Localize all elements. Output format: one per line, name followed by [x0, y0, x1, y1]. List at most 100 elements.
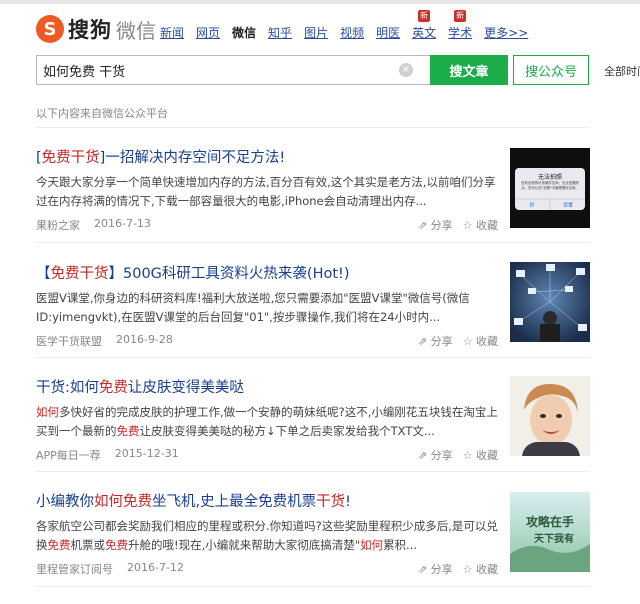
result-actions: ⇗ 分享 ☆ 收藏: [418, 333, 498, 349]
text-segment: ]一招解决内存空间不足方法!: [99, 150, 286, 166]
logo-text: 搜狗: [68, 18, 112, 42]
result-source[interactable]: 里程管家订阅号: [36, 561, 113, 577]
result-title[interactable]: [免费干货]一招解决内存空间不足方法!: [36, 146, 590, 167]
divider: [36, 242, 590, 243]
nav-item-label: 图片: [304, 26, 329, 40]
nav-item[interactable]: 学术新: [448, 10, 472, 41]
nav-item[interactable]: 图片: [304, 24, 328, 41]
result-item: 干货:如何免费让皮肤变得美美哒 如何多快好省的完成皮肤的护理工作,做一个安静的萌…: [36, 376, 590, 463]
divider: [36, 471, 590, 472]
nav-item[interactable]: 明医: [376, 24, 400, 41]
search-articles-button[interactable]: 搜文章: [430, 55, 508, 85]
share-button[interactable]: ⇗ 分享: [418, 447, 453, 463]
text-segment: 让皮肤变得美美哒: [127, 380, 244, 396]
text-segment: 升舱的哦!现在,小编就来帮助大家彻底搞清楚": [128, 538, 361, 552]
text-segment: 】500G科研工具资料火热来袭(Hot!): [108, 266, 350, 282]
result-title[interactable]: 【免费干货】500G科研工具资料火热来袭(Hot!): [36, 262, 590, 283]
result-description: 各家航空公司都会奖励我们相应的里程或积分.你知道吗?这些奖励里程积少成多后,是可…: [36, 517, 498, 555]
nav-item[interactable]: 英文新: [412, 10, 436, 41]
new-badge: 新: [418, 10, 431, 22]
text-segment: 坐飞机,史上最全免费机票: [152, 494, 317, 510]
highlighted-term: 如何: [36, 405, 59, 419]
divider: [36, 357, 590, 358]
share-label: 分享: [430, 449, 453, 462]
result-source[interactable]: 医学干货联盟: [36, 333, 102, 349]
nav-item-label: 新闻: [160, 26, 185, 40]
result-item: [免费干货]一招解决内存空间不足方法! 今天跟大家分享一个简单快速增加内存的方法…: [36, 146, 590, 233]
divider: [36, 127, 590, 128]
nav-item-label: 网页: [196, 26, 221, 40]
time-filter[interactable]: 全部时间: [604, 63, 640, 79]
search-accounts-button[interactable]: 搜公众号: [513, 55, 589, 85]
result-source[interactable]: 果粉之家: [36, 217, 80, 233]
collect-button[interactable]: ☆ 收藏: [463, 561, 498, 577]
poster-line-2: 天下我有: [534, 532, 574, 545]
text-segment: !: [345, 494, 351, 510]
share-label: 分享: [430, 219, 453, 232]
site-logo[interactable]: S 搜狗 微信: [36, 12, 156, 46]
share-icon: ⇗: [417, 563, 431, 576]
result-title[interactable]: 干货:如何免费让皮肤变得美美哒: [36, 376, 590, 397]
result-source[interactable]: APP每日一荐: [36, 447, 101, 463]
clear-icon[interactable]: ×: [399, 63, 413, 77]
result-date: 2016-7-13: [94, 217, 151, 230]
result-meta: APP每日一荐 2015-12-31 ⇗ 分享 ☆ 收藏: [36, 447, 498, 463]
result-title[interactable]: 小编教你如何免费坐飞机,史上最全免费机票干货!: [36, 490, 590, 511]
text-segment: 【: [36, 266, 51, 282]
search-box: ×: [36, 55, 430, 85]
collect-button[interactable]: ☆ 收藏: [463, 447, 498, 463]
result-description: 医盟V课堂,你身边的科研资料库!福利大放送啦,您只需要添加"医盟V课堂"微信号(…: [36, 289, 498, 327]
nav-item[interactable]: 视频: [340, 24, 364, 41]
browser-top-band: [0, 0, 640, 4]
collect-button[interactable]: ☆ 收藏: [463, 333, 498, 349]
highlighted-term: 免费干货: [41, 150, 100, 166]
category-nav: 新闻 网页 微信 知乎 图片 视频 明医 英文 新学术 新更多>>: [160, 10, 540, 41]
new-badge: 新: [454, 10, 467, 22]
collect-label: 收藏: [476, 449, 498, 462]
highlighted-term: 如何: [360, 538, 384, 552]
nav-item[interactable]: 更多>>: [484, 24, 528, 41]
result-actions: ⇗ 分享 ☆ 收藏: [418, 561, 498, 577]
result-thumbnail[interactable]: [510, 376, 590, 456]
nav-item-label: 视频: [340, 26, 365, 40]
nav-item[interactable]: 知乎: [268, 24, 292, 41]
share-icon: ⇗: [417, 219, 431, 232]
share-label: 分享: [430, 563, 453, 576]
alert-title: 无法拍照: [538, 173, 562, 181]
text-segment: 小编教你: [36, 494, 94, 510]
alert-settings: 设置: [563, 202, 573, 209]
nav-item-label: 明医: [376, 26, 401, 40]
sogou-logo-icon: S: [36, 15, 64, 43]
result-thumbnail[interactable]: 攻略在手 天下我有: [510, 492, 590, 572]
star-icon: ☆: [462, 563, 476, 576]
portrait-image: [510, 376, 590, 456]
result-thumbnail[interactable]: [510, 262, 590, 342]
alert-ok: 好: [529, 202, 534, 209]
star-icon: ☆: [462, 449, 476, 462]
phone-alert-image: 无法拍照 没有足够的可用储存空间，无法拍摄照片。您可以在"设置"中管理储存空间。…: [510, 148, 590, 228]
text-segment: 医盟V课堂,你身边的科研资料库!福利大放送啦,您只需要添加"医盟V课堂"微信号(…: [36, 291, 470, 324]
highlighted-term: 免费干货: [50, 266, 109, 282]
nav-item-label: 微信: [232, 26, 257, 40]
collect-button[interactable]: ☆ 收藏: [463, 217, 498, 233]
nav-item[interactable]: 微信: [232, 24, 256, 41]
result-date: 2016-7-12: [127, 561, 184, 574]
text-segment: 干货:如何: [36, 380, 99, 396]
share-button[interactable]: ⇗ 分享: [418, 561, 453, 577]
text-segment: 累积...: [383, 538, 418, 552]
nav-item-label: 知乎: [268, 26, 293, 40]
nav-item-label: 更多>>: [484, 26, 529, 40]
source-note: 以下内容来自微信公众平台: [36, 107, 168, 120]
result-thumbnail[interactable]: 无法拍照 没有足够的可用储存空间，无法拍摄照片。您可以在"设置"中管理储存空间。…: [510, 148, 590, 228]
highlighted-term: 干货: [316, 494, 346, 510]
nav-item[interactable]: 新闻: [160, 24, 184, 41]
highlighted-term: 免费: [105, 538, 128, 552]
network-image: [510, 262, 590, 342]
share-button[interactable]: ⇗ 分享: [418, 333, 453, 349]
share-button[interactable]: ⇗ 分享: [418, 217, 453, 233]
collect-label: 收藏: [476, 335, 498, 348]
nav-item[interactable]: 网页: [196, 24, 220, 41]
highlighted-term: 如何免费: [94, 494, 152, 510]
search-input[interactable]: [37, 57, 397, 83]
result-description: 今天跟大家分享一个简单快速增加内存的方法,百分百有效,这个其实是老方法,以前咱们…: [36, 173, 498, 211]
